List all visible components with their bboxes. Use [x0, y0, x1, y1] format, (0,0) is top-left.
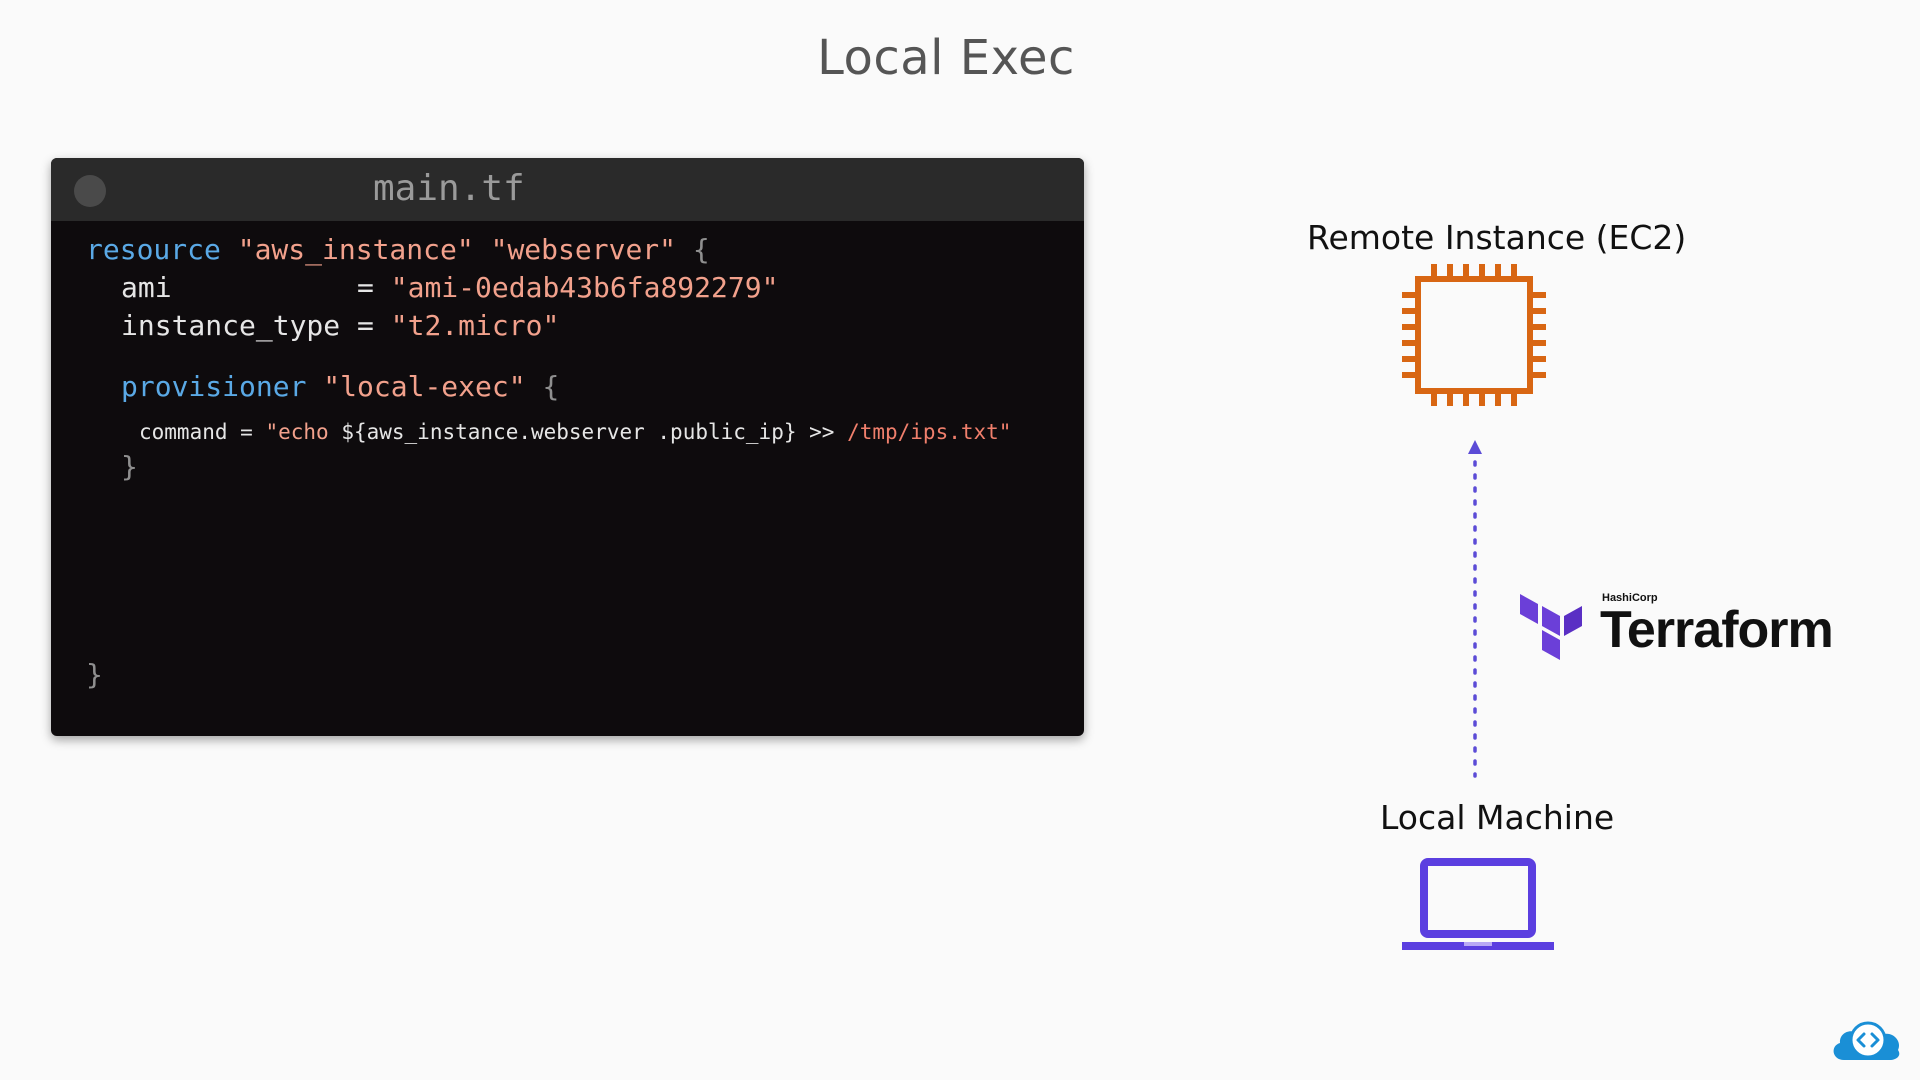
file-name: main.tf [373, 168, 525, 209]
code-line-2: ami = "ami-0edab43b6fa892279" [121, 271, 778, 304]
brace-close: } [121, 450, 138, 483]
value-instance-type: "t2.micro" [390, 309, 560, 342]
string-provisioner-type: "local-exec" [323, 370, 526, 403]
attr-command: command = [139, 420, 253, 444]
ec2-chip-icon [1402, 264, 1546, 406]
interpolation-public-ip: ${aws_instance.webserver .public_ip} >> [341, 420, 835, 444]
string-resource-name: "webserver" [490, 233, 677, 266]
code-line-1: resource "aws_instance" "webserver" { [86, 233, 710, 266]
string-echo: "echo [265, 420, 329, 444]
equals: = [357, 271, 374, 304]
brace-close: } [86, 658, 103, 691]
local-machine-label: Local Machine [1380, 798, 1615, 837]
code-window: main.tf resource "aws_instance" "webserv… [51, 158, 1084, 736]
keyword-resource: resource [86, 233, 221, 266]
slide-title: Local Exec [817, 30, 1075, 86]
window-close-dot[interactable] [74, 175, 106, 207]
dotted-arrow-up-icon [1468, 440, 1482, 778]
code-line-7: } [86, 658, 103, 691]
value-ami: "ami-0edab43b6fa892279" [390, 271, 779, 304]
brace-open: { [542, 370, 560, 403]
keyword-provisioner: provisioner [121, 370, 307, 403]
terraform-wordmark: Terraform [1600, 601, 1834, 659]
string-path: /tmp/ips.txt" [847, 420, 1012, 444]
brace-open: { [692, 233, 710, 266]
remote-instance-label: Remote Instance (EC2) [1307, 218, 1687, 257]
string-resource-type: "aws_instance" [237, 233, 474, 266]
laptop-icon [1402, 858, 1554, 950]
code-titlebar: main.tf [51, 158, 1084, 221]
attr-ami: ami [121, 271, 172, 304]
code-line-6: } [121, 450, 138, 483]
code-line-4: provisioner "local-exec" { [121, 370, 559, 403]
terraform-logo-icon [1520, 594, 1582, 660]
attr-instance-type: instance_type [121, 309, 341, 342]
code-line-3: instance_type = "t2.micro" [121, 309, 559, 342]
code-line-5: command = "echo ${aws_instance.webserver… [139, 420, 1011, 444]
cloud-code-logo-icon [1833, 1021, 1900, 1060]
equals: = [357, 309, 374, 342]
